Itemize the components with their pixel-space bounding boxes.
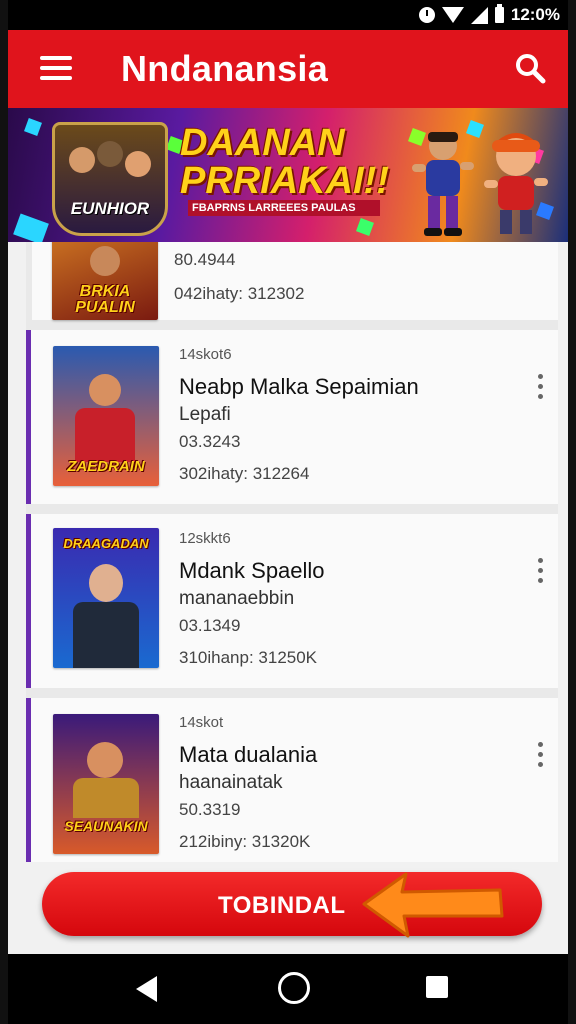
status-bar: 12:0% xyxy=(8,0,568,30)
status-icons: 12:0% xyxy=(418,4,560,26)
item-stat: 310ihanp: 31250K xyxy=(179,648,318,667)
character-icon xyxy=(73,602,139,668)
hero-character-icon xyxy=(484,133,548,234)
back-triangle-icon[interactable] xyxy=(136,976,157,1002)
item-meta: 14skot6 xyxy=(179,346,232,363)
app-bar: Nndanansia xyxy=(8,30,568,108)
character-icon xyxy=(89,374,121,406)
download-button-label: TOBINDAL xyxy=(218,892,346,919)
status-time: 12:0% xyxy=(510,5,560,24)
search-icon[interactable] xyxy=(514,52,546,84)
navigation-bar xyxy=(8,954,568,1024)
item-thumbnail: SEAUNAKIN xyxy=(53,714,159,854)
item-thumbnail: DRAAGADAN xyxy=(53,528,159,668)
cube-decoration xyxy=(24,118,42,136)
banner-headline-line2: PRRIAKAI!! xyxy=(180,160,389,202)
clock-icon xyxy=(418,7,435,23)
arrow-icon xyxy=(362,872,504,938)
character-icon xyxy=(90,246,120,276)
download-button[interactable]: TOBINDAL xyxy=(42,872,542,938)
app-title: Nndanansia xyxy=(121,48,329,89)
thumbnail-title: DRAAGADAN xyxy=(63,536,149,551)
item-subtitle: Lepafi xyxy=(179,404,231,425)
more-options-icon[interactable] xyxy=(535,742,545,768)
screen: 12:0% Nndanansia EUNHIOR DAANAN PRRIAKAI… xyxy=(8,0,568,1024)
character-icon xyxy=(69,147,95,173)
item-stat: 212ibiny: 31320K xyxy=(179,832,311,851)
cta-area: TOBINDAL xyxy=(8,862,568,954)
signal-icon xyxy=(470,6,488,24)
item-stat: 042ihaty: 312302 xyxy=(174,284,305,303)
character-icon xyxy=(97,141,123,167)
item-stat: 302ihaty: 312264 xyxy=(179,464,310,483)
phone-frame: 12:0% Nndanansia EUNHIOR DAANAN PRRIAKAI… xyxy=(0,0,576,1024)
badge-text: EUNHIOR xyxy=(70,199,150,218)
item-thumbnail: ZAEDRAIN xyxy=(53,346,159,486)
character-icon xyxy=(89,564,123,602)
list-item[interactable]: DRAAGADAN 12skkt6 Mdank Spaello mananaeb… xyxy=(26,514,558,688)
wifi-icon xyxy=(441,7,464,23)
cube-decoration xyxy=(356,218,374,236)
item-value: 50.3319 xyxy=(179,800,241,819)
character-icon xyxy=(87,742,123,778)
character-icon xyxy=(125,151,151,177)
cube-decoration xyxy=(13,213,49,242)
character-icon xyxy=(75,408,135,462)
item-subtitle: haanainatak xyxy=(179,772,283,793)
thumbnail-title: SEAUNAKIN xyxy=(64,818,148,834)
item-meta: 14skot xyxy=(179,714,224,731)
recent-apps-square-icon[interactable] xyxy=(426,976,448,998)
promo-banner[interactable]: EUNHIOR DAANAN PRRIAKAI!! FBAPRNS LARREE… xyxy=(8,108,568,242)
list-item[interactable]: SEAUNAKIN 14skot Mata dualania haanainat… xyxy=(26,698,558,882)
item-title: Neabp Malka Sepaimian xyxy=(179,374,419,399)
item-meta: 12skkt6 xyxy=(179,530,231,547)
item-value: 03.3243 xyxy=(179,432,241,451)
item-list: BRKIA PUALIN 80.4944 042ihaty: 312302 ZA… xyxy=(26,242,558,882)
item-subtitle: mananaebbin xyxy=(179,588,295,609)
thumbnail-title: ZAEDRAIN xyxy=(67,458,145,475)
hero-character-icon xyxy=(412,132,474,236)
list-item[interactable]: BRKIA PUALIN 80.4944 042ihaty: 312302 xyxy=(32,242,558,320)
game-badge: EUNHIOR xyxy=(52,122,168,236)
item-value: 80.4944 xyxy=(174,250,236,269)
banner-headline: DAANAN PRRIAKAI!! xyxy=(180,124,389,200)
character-icon xyxy=(73,778,139,818)
more-options-icon[interactable] xyxy=(535,374,545,400)
more-options-icon[interactable] xyxy=(535,558,545,584)
banner-headline-line1: DAANAN xyxy=(180,122,345,164)
item-title: Mata dualania xyxy=(179,742,318,767)
home-circle-icon[interactable] xyxy=(278,972,310,1004)
thumbnail-title: BRKIA PUALIN xyxy=(75,283,135,316)
battery-icon xyxy=(494,4,504,23)
hamburger-menu-icon[interactable] xyxy=(40,56,72,80)
item-thumbnail: BRKIA PUALIN xyxy=(52,242,158,320)
banner-subtitle: FBAPRNS LARREEES PAULAS xyxy=(188,200,380,216)
item-title: Mdank Spaello xyxy=(179,558,325,583)
item-value: 03.1349 xyxy=(179,616,241,635)
list-item[interactable]: ZAEDRAIN 14skot6 Neabp Malka Sepaimian L… xyxy=(26,330,558,504)
